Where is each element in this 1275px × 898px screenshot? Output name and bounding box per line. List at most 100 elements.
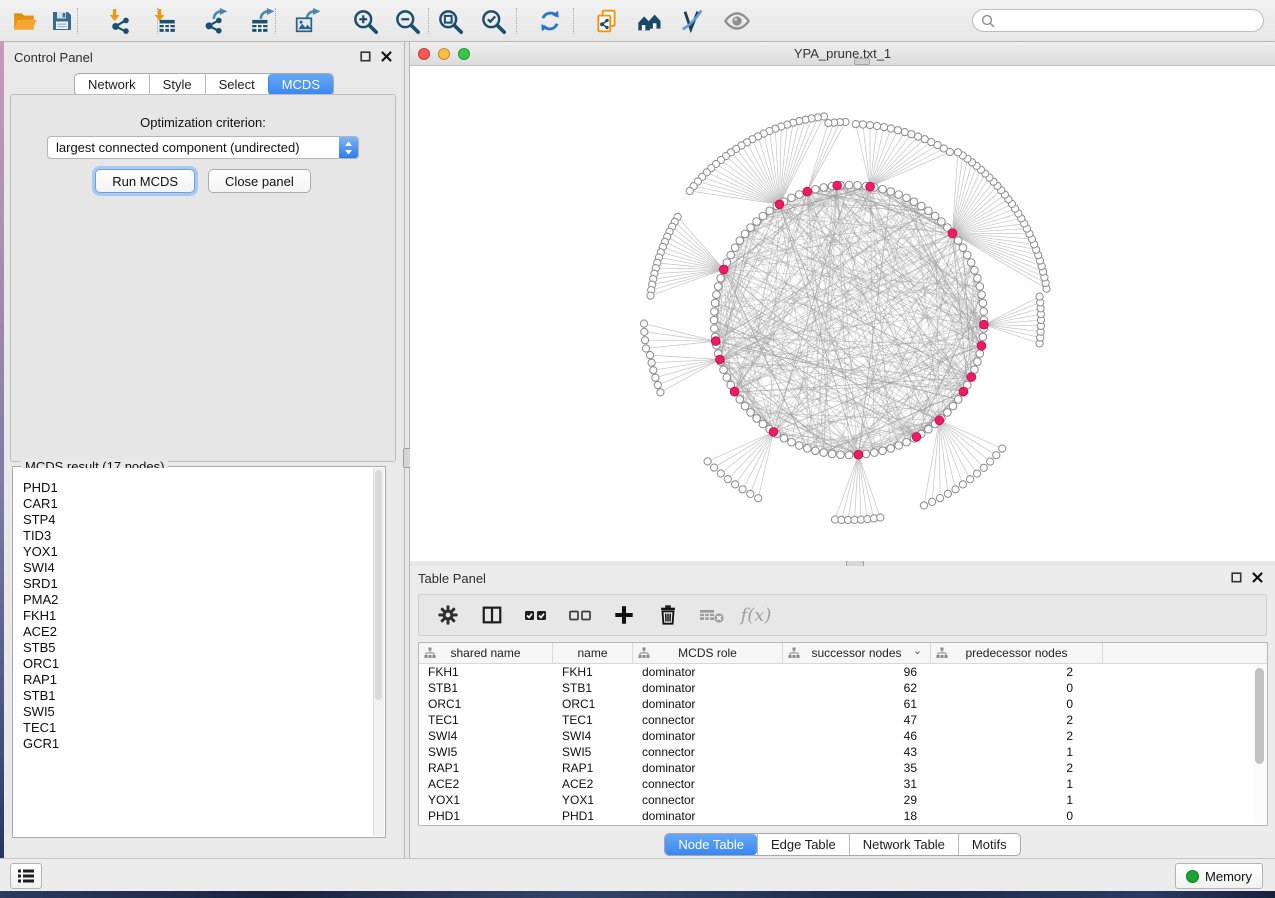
network-node[interactable] <box>710 316 718 324</box>
mcds-list-scrollbar[interactable] <box>373 468 384 836</box>
network-node[interactable] <box>755 495 762 502</box>
network-node[interactable] <box>976 350 984 358</box>
network-node[interactable] <box>723 374 731 382</box>
close-panel-button[interactable]: Close panel <box>208 169 311 193</box>
network-edge[interactable] <box>939 420 955 489</box>
network-node[interactable] <box>908 131 915 138</box>
zoom-fit-icon[interactable] <box>434 5 466 37</box>
tab-select[interactable]: Select <box>205 74 268 95</box>
search-input[interactable] <box>1000 12 1263 29</box>
network-node[interactable] <box>880 124 887 131</box>
network-edge[interactable] <box>645 340 716 341</box>
mcds-result-item[interactable]: STP4 <box>23 512 374 528</box>
table-row[interactable]: RAP1RAP1dominator352 <box>419 760 1267 776</box>
close-panel-icon[interactable] <box>381 51 392 62</box>
select-all-checkboxes-icon[interactable] <box>521 601 551 629</box>
mcds-result-item[interactable]: ORC1 <box>23 656 374 672</box>
network-node[interactable] <box>641 337 648 344</box>
network-node[interactable] <box>747 224 755 232</box>
network-node[interactable] <box>910 198 918 206</box>
network-node[interactable] <box>887 445 895 453</box>
search-field[interactable] <box>972 9 1264 32</box>
network-node[interactable] <box>727 251 735 259</box>
network-edge[interactable] <box>952 233 1029 234</box>
network-node[interactable] <box>766 207 774 215</box>
tab-mcds[interactable]: MCDS <box>268 74 333 95</box>
network-edge[interactable] <box>644 324 716 342</box>
network-edge[interactable] <box>651 269 724 290</box>
network-edge[interactable] <box>984 302 1040 324</box>
zoom-in-icon[interactable] <box>349 5 381 37</box>
network-node[interactable] <box>845 181 853 189</box>
mcds-result-item[interactable]: GCR1 <box>23 736 374 752</box>
network-node[interactable] <box>929 498 936 505</box>
mcds-result-item[interactable]: RAP1 <box>23 672 374 688</box>
mcds-node[interactable] <box>775 200 784 209</box>
network-edge[interactable] <box>984 325 1040 338</box>
network-node[interactable] <box>967 259 975 267</box>
run-mcds-button[interactable]: Run MCDS <box>95 169 195 193</box>
network-node[interactable] <box>877 514 884 521</box>
network-node[interactable] <box>812 185 820 193</box>
network-node[interactable] <box>944 409 952 417</box>
mcds-node[interactable] <box>803 187 812 196</box>
network-edge[interactable] <box>690 191 780 204</box>
network-edge[interactable] <box>952 199 1008 233</box>
mcds-node[interactable] <box>967 373 976 382</box>
network-node[interactable] <box>862 450 870 458</box>
network-edge[interactable] <box>708 432 774 462</box>
network-node[interactable] <box>788 438 796 446</box>
network-node[interactable] <box>828 450 836 458</box>
tab-motifs[interactable]: Motifs <box>958 834 1020 855</box>
network-node[interactable] <box>873 122 880 129</box>
tab-network[interactable]: Network <box>75 74 149 95</box>
tab-network-table[interactable]: Network Table <box>849 834 958 855</box>
network-edge[interactable] <box>653 269 724 279</box>
network-node[interactable] <box>845 451 853 459</box>
network-node[interactable] <box>724 476 731 483</box>
float-panel-icon[interactable] <box>1231 572 1242 583</box>
split-columns-icon[interactable] <box>477 601 507 629</box>
task-history-button[interactable] <box>10 863 42 889</box>
delete-column-icon[interactable] <box>653 601 683 629</box>
network-node[interactable] <box>657 389 664 396</box>
network-node[interactable] <box>879 447 887 455</box>
network-node[interactable] <box>720 366 728 374</box>
network-edge[interactable] <box>939 420 1002 448</box>
close-panel-icon[interactable] <box>1252 572 1263 583</box>
network-node[interactable] <box>686 187 693 194</box>
zoom-selected-icon[interactable] <box>477 5 509 37</box>
import-network-icon[interactable] <box>104 5 136 37</box>
mcds-result-item[interactable]: SWI5 <box>23 704 374 720</box>
network-node[interactable] <box>654 382 661 389</box>
network-edge[interactable] <box>842 455 859 520</box>
export-network-icon[interactable] <box>199 5 231 37</box>
network-node[interactable] <box>871 449 879 457</box>
mcds-result-item[interactable]: YOX1 <box>23 544 374 560</box>
network-node[interactable] <box>979 299 987 307</box>
splitter-grip[interactable] <box>854 58 870 65</box>
network-node[interactable] <box>1036 293 1043 300</box>
network-node[interactable] <box>711 325 719 333</box>
network-node[interactable] <box>980 308 988 316</box>
zoom-out-icon[interactable] <box>391 5 423 37</box>
network-node[interactable] <box>954 237 962 245</box>
mcds-result-item[interactable]: FKH1 <box>23 608 374 624</box>
network-canvas[interactable] <box>410 66 1275 561</box>
import-table-icon[interactable] <box>149 5 181 37</box>
export-image-icon[interactable] <box>291 5 323 37</box>
column-header-predecessor-nodes[interactable]: predecessor nodes <box>931 643 1103 663</box>
scrollbar-thumb[interactable] <box>375 470 382 700</box>
mcds-result-item[interactable]: STB1 <box>23 688 374 704</box>
network-node[interactable] <box>759 212 767 220</box>
network-node[interactable] <box>736 237 744 245</box>
table-row[interactable]: FKH1FKH1dominator962 <box>419 664 1267 680</box>
network-edge[interactable] <box>672 227 724 270</box>
network-node[interactable] <box>837 451 845 459</box>
table-row[interactable]: PHD1PHD1dominator180 <box>419 808 1267 824</box>
mcds-result-item[interactable]: STB5 <box>23 640 374 656</box>
network-node[interactable] <box>949 402 957 410</box>
network-node[interactable] <box>704 458 711 465</box>
table-row[interactable]: SWI5SWI5connector431 <box>419 744 1267 760</box>
network-node[interactable] <box>967 476 974 483</box>
